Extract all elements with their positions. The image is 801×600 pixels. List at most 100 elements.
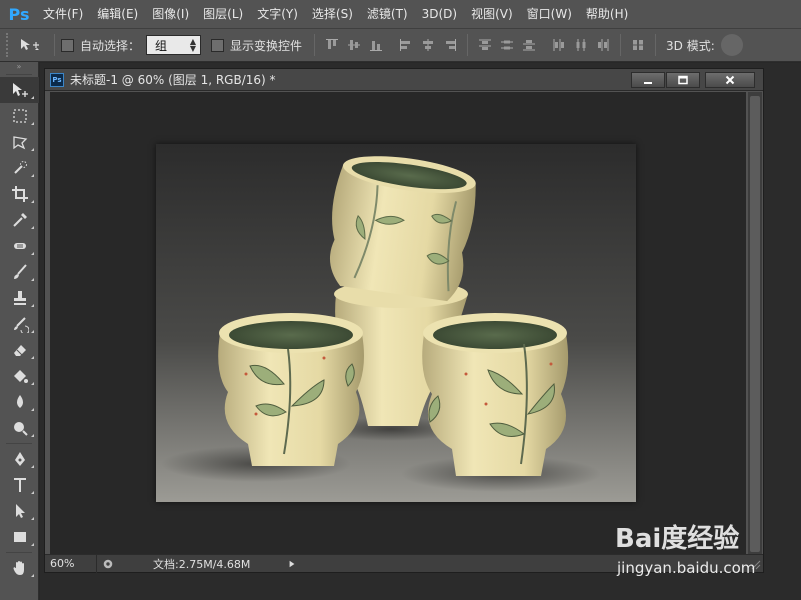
auto-select-dropdown[interactable]: 组 ▲ ▼	[146, 35, 202, 55]
menu-edit[interactable]: 编辑(E)	[90, 0, 145, 28]
tool-crop[interactable]	[0, 181, 39, 207]
align-left-edges-icon[interactable]	[395, 33, 417, 57]
eraser-icon	[13, 345, 26, 356]
healing-brush-icon	[13, 243, 26, 249]
canvas-area[interactable]	[50, 92, 746, 556]
tool-history-brush[interactable]	[0, 311, 39, 337]
tool-preset-picker[interactable]	[12, 33, 48, 57]
ceramic-cups-photo	[156, 144, 636, 502]
separator	[655, 34, 657, 56]
menu-help[interactable]: 帮助(H)	[579, 0, 635, 28]
distribute-right-icon[interactable]	[592, 33, 614, 57]
tool-paint-bucket[interactable]	[0, 363, 39, 389]
menu-filter[interactable]: 滤镜(T)	[360, 0, 415, 28]
tool-marquee[interactable]	[0, 103, 39, 129]
maximize-icon	[678, 75, 688, 85]
minimize-icon	[644, 82, 652, 84]
3d-mode-label: 3D 模式:	[666, 38, 715, 53]
tool-hand[interactable]	[0, 555, 39, 581]
type-icon	[13, 478, 26, 492]
distribute-horizontal-centers-icon[interactable]	[570, 33, 592, 57]
menu-bar: Ps 文件(F) 编辑(E) 图像(I) 图层(L) 文字(Y) 选择(S) 滤…	[0, 0, 801, 28]
dodge-icon	[13, 422, 28, 436]
tool-lasso[interactable]	[0, 129, 39, 155]
tool-type[interactable]	[0, 472, 39, 498]
watermark-url: jingyan.baidu.com	[617, 559, 756, 577]
tool-healing-brush[interactable]	[0, 233, 39, 259]
document-window: Ps 未标题-1 @ 60% (图层 1, RGB/16) * 60% 文档:2…	[44, 68, 764, 573]
align-horizontal-centers-icon[interactable]	[417, 33, 439, 57]
menu-image[interactable]: 图像(I)	[145, 0, 196, 28]
scrollbar-thumb[interactable]	[750, 96, 760, 552]
status-info-icon[interactable]	[99, 557, 117, 571]
hand-icon	[12, 561, 24, 575]
menu-file[interactable]: 文件(F)	[36, 0, 90, 28]
photoshop-logo: Ps	[8, 4, 30, 24]
baidu-jingyan-watermark: Bai度经验 jingyan.baidu.com	[615, 514, 795, 584]
distribute-vertical-centers-icon[interactable]	[496, 33, 518, 57]
menu-layer[interactable]: 图层(L)	[196, 0, 250, 28]
tools-divider	[6, 552, 32, 553]
tool-path-selection[interactable]	[0, 498, 39, 524]
canvas-image-cups[interactable]	[156, 144, 636, 502]
vertical-scrollbar[interactable]	[748, 92, 762, 556]
tool-brush[interactable]	[0, 259, 39, 285]
tool-flyout-indicator	[31, 96, 34, 99]
tool-clone-stamp[interactable]	[0, 285, 39, 311]
distribute-left-icon[interactable]	[548, 33, 570, 57]
menu-view[interactable]: 视图(V)	[464, 0, 520, 28]
separator	[314, 34, 316, 56]
options-bar: 自动选择： 组 ▲ ▼ 显示变换控件 3D 模式:	[0, 28, 801, 62]
show-transform-checkbox[interactable]	[211, 38, 225, 52]
align-bottom-edges-icon[interactable]	[365, 33, 387, 57]
auto-select-checkbox[interactable]	[61, 38, 74, 52]
move-icon	[21, 39, 39, 50]
updown-arrows-icon: ▲ ▼	[189, 37, 197, 53]
align-top-edges-icon[interactable]	[321, 33, 343, 57]
tools-panel-grip[interactable]: »	[0, 62, 38, 72]
auto-align-layers-icon[interactable]	[627, 33, 649, 57]
zoom-level[interactable]: 60%	[45, 554, 97, 573]
tool-move[interactable]	[0, 77, 39, 103]
clone-stamp-icon	[13, 291, 26, 305]
tool-blur[interactable]	[0, 389, 39, 415]
tool-eyedropper[interactable]	[0, 207, 39, 233]
menu-select[interactable]: 选择(S)	[305, 0, 360, 28]
maximize-button[interactable]	[666, 72, 700, 88]
align-vertical-centers-icon[interactable]	[343, 33, 365, 57]
eyedropper-icon	[12, 213, 27, 227]
menu-3d[interactable]: 3D(D)	[415, 0, 464, 28]
tool-dodge[interactable]	[0, 415, 39, 441]
tool-rectangle-shape[interactable]	[0, 524, 39, 550]
distribute-bottom-icon[interactable]	[518, 33, 540, 57]
align-right-edges-icon[interactable]	[439, 33, 461, 57]
window-controls	[630, 69, 755, 91]
status-menu-arrow-icon[interactable]	[285, 557, 299, 571]
minimize-button[interactable]	[631, 72, 665, 88]
distribute-top-icon[interactable]	[474, 33, 496, 57]
marquee-icon	[12, 109, 27, 123]
tool-eraser[interactable]	[0, 337, 39, 363]
menu-type[interactable]: 文字(Y)	[250, 0, 305, 28]
separator	[620, 34, 622, 56]
pen-icon	[14, 452, 25, 466]
path-selection-icon	[15, 504, 25, 518]
document-titlebar[interactable]: Ps 未标题-1 @ 60% (图层 1, RGB/16) *	[45, 69, 763, 91]
separator	[54, 34, 55, 56]
crop-icon	[11, 186, 28, 202]
document-title: 未标题-1 @ 60% (图层 1, RGB/16) *	[70, 73, 276, 87]
tool-quick-selection[interactable]	[0, 155, 39, 181]
lasso-icon	[12, 136, 27, 150]
ps-document-icon: Ps	[50, 72, 64, 87]
separator	[467, 34, 469, 56]
show-transform-label: 显示变换控件	[230, 38, 303, 53]
history-brush-icon	[13, 317, 29, 333]
close-button[interactable]	[705, 72, 755, 88]
menu-window[interactable]: 窗口(W)	[520, 0, 579, 28]
tool-pen[interactable]	[0, 446, 39, 472]
3d-rotate-icon[interactable]	[720, 34, 743, 56]
auto-select-value: 组	[155, 38, 168, 53]
blur-icon	[16, 395, 23, 408]
brush-icon	[13, 264, 27, 279]
move-icon	[12, 83, 28, 97]
